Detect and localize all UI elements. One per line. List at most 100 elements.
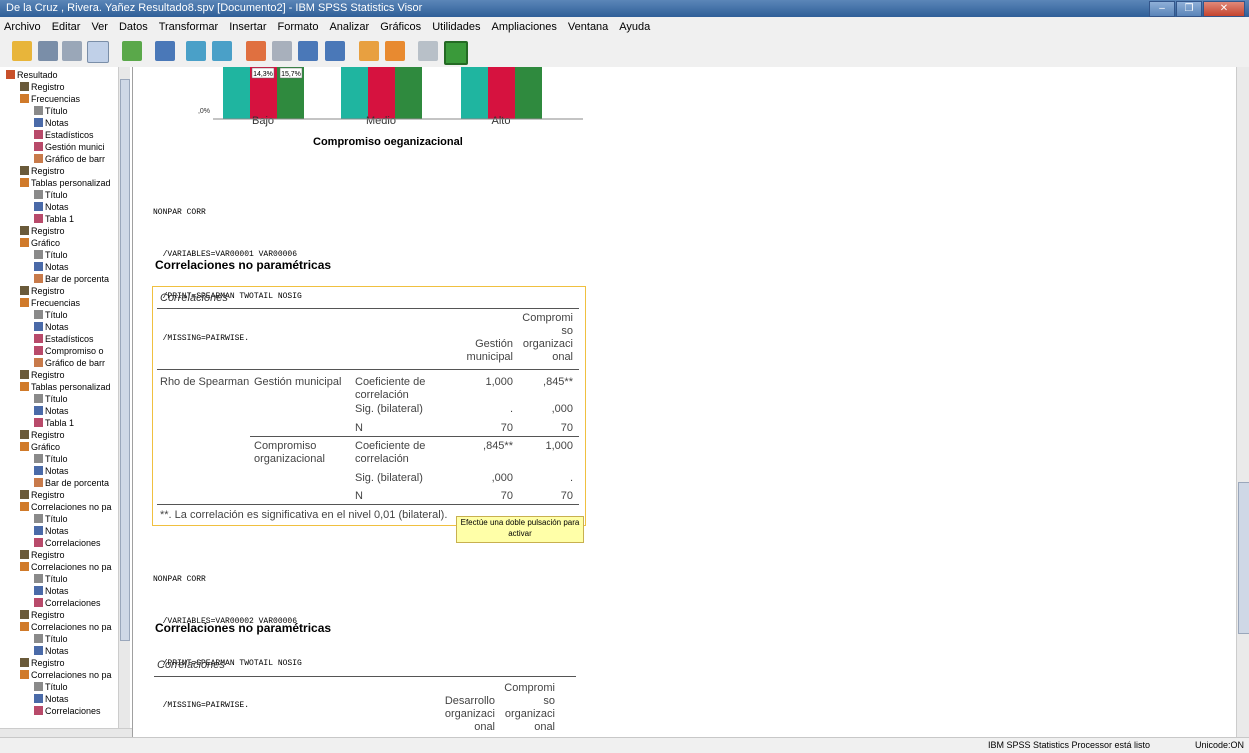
tree-item[interactable]: Notas <box>34 526 69 537</box>
goto-data-icon[interactable] <box>246 41 266 61</box>
content-pane: Bajo Medio Alto ,0% 14,3% 15,7% Compromiso oe… <box>133 67 1236 737</box>
tree-item[interactable]: Frecuencias <box>20 298 80 309</box>
tree-item[interactable]: Título <box>34 634 68 645</box>
menu-ver[interactable]: Ver <box>87 21 115 33</box>
tree-item[interactable]: Título <box>34 454 68 465</box>
tree-item[interactable]: Bar de porcenta <box>34 478 109 489</box>
tree-item[interactable]: Título <box>34 514 68 525</box>
procedure-icon <box>20 442 29 451</box>
tree-item[interactable]: Tablas personalizad <box>20 178 111 189</box>
tree-item-label: Registro <box>31 226 65 236</box>
tree-item[interactable]: Correlaciones <box>34 706 101 717</box>
tree-item[interactable]: Tabla 1 <box>34 418 74 429</box>
menu-ventana[interactable]: Ventana <box>564 21 615 33</box>
tree-item[interactable]: Gráfico <box>20 442 60 453</box>
tree-item[interactable]: Correlaciones <box>34 538 101 549</box>
menu-analizar[interactable]: Analizar <box>325 21 376 33</box>
designated-window-icon[interactable] <box>385 41 405 61</box>
tree-item[interactable]: Título <box>34 106 68 117</box>
content-vertical-scrollbar[interactable] <box>1236 67 1249 737</box>
menu-editar[interactable]: Editar <box>48 21 88 33</box>
tree-item[interactable]: Gráfico de barr <box>34 154 105 165</box>
print-icon[interactable] <box>62 41 82 61</box>
undo-icon[interactable] <box>186 41 206 61</box>
unicode-status: Unicode:ON <box>1195 740 1245 750</box>
tree-item[interactable]: Bar de porcenta <box>34 274 109 285</box>
tree-item[interactable]: Registro <box>20 550 65 561</box>
menu-datos[interactable]: Datos <box>115 21 155 33</box>
minimize-button[interactable]: – <box>1149 1 1175 17</box>
tree-item[interactable]: Correlaciones no pa <box>20 562 112 573</box>
tree-item[interactable]: Frecuencias <box>20 94 80 105</box>
tree-item[interactable]: Notas <box>34 262 69 273</box>
menu-utilidades[interactable]: Utilidades <box>428 21 487 33</box>
menu-graficos[interactable]: Gráficos <box>376 21 428 33</box>
tree-item[interactable]: Título <box>34 394 68 405</box>
variables-icon[interactable] <box>325 41 345 61</box>
tree-item[interactable]: Tablas personalizad <box>20 382 111 393</box>
tree-item[interactable]: Notas <box>34 586 69 597</box>
tree-item[interactable]: Notas <box>34 466 69 477</box>
tree-item[interactable]: Notas <box>34 694 69 705</box>
outline-vertical-scrollbar[interactable] <box>118 67 130 729</box>
maximize-button[interactable]: ❐ <box>1176 1 1202 17</box>
tree-item[interactable]: Registro <box>20 430 65 441</box>
tree-item[interactable]: Correlaciones no pa <box>20 502 112 513</box>
tree-item[interactable]: Gráfico <box>20 238 60 249</box>
row-label-n: N <box>355 490 363 502</box>
col-header-compromiso: Compromi so organizaci onal <box>522 312 573 363</box>
notes-icon <box>34 118 43 127</box>
content-scroll-thumb[interactable] <box>1238 482 1249 634</box>
tree-item[interactable]: Estadísticos <box>34 130 94 141</box>
outline-scroll-thumb[interactable] <box>120 79 130 641</box>
tree-item[interactable]: Registro <box>20 370 65 381</box>
tree-item[interactable]: Registro <box>20 490 65 501</box>
tree-item[interactable]: Registro <box>20 286 65 297</box>
tree-item[interactable]: Notas <box>34 646 69 657</box>
promote-icon[interactable] <box>444 41 468 65</box>
tree-item[interactable]: Compromiso o <box>34 346 104 357</box>
redo-icon[interactable] <box>212 41 232 61</box>
tree-item[interactable]: Título <box>34 310 68 321</box>
tree-item[interactable]: Título <box>34 574 68 585</box>
tree-item[interactable]: Título <box>34 190 68 201</box>
goto-variable-icon[interactable] <box>298 41 318 61</box>
menu-formato[interactable]: Formato <box>274 21 326 33</box>
tree-item[interactable]: Correlaciones no pa <box>20 622 112 633</box>
tree-item[interactable]: Título <box>34 250 68 261</box>
tree-item[interactable]: Gráfico de barr <box>34 358 105 369</box>
tree-item[interactable]: Notas <box>34 118 69 129</box>
tree-item[interactable]: Título <box>34 682 68 693</box>
tree-item[interactable]: Registro <box>20 226 65 237</box>
tree-item[interactable]: Registro <box>20 166 65 177</box>
save-icon[interactable] <box>38 41 58 61</box>
preview-icon[interactable] <box>87 41 109 63</box>
tree-item[interactable]: Registro <box>20 658 65 669</box>
tree-item[interactable]: Registro <box>20 82 65 93</box>
tree-item[interactable]: Notas <box>34 406 69 417</box>
goto-case-icon[interactable] <box>272 41 292 61</box>
tree-item[interactable]: Resultado <box>6 70 58 81</box>
show-all-icon[interactable] <box>359 41 379 61</box>
tree-item-label: Gestión munici <box>45 142 105 152</box>
open-icon[interactable] <box>12 41 32 61</box>
tree-item[interactable]: Notas <box>34 322 69 333</box>
tree-item[interactable]: Estadísticos <box>34 334 94 345</box>
tree-item[interactable]: Notas <box>34 202 69 213</box>
menu-transformar[interactable]: Transformar <box>155 21 226 33</box>
menu-archivo[interactable]: Archivo <box>0 21 48 33</box>
close-button[interactable]: ✕ <box>1203 1 1245 17</box>
menu-ampliaciones[interactable]: Ampliaciones <box>488 21 564 33</box>
tree-item[interactable]: Correlaciones <box>34 598 101 609</box>
tree-item[interactable]: Correlaciones no pa <box>20 670 112 681</box>
hide-icon[interactable] <box>418 41 438 61</box>
title-icon <box>34 634 43 643</box>
menu-insertar[interactable]: Insertar <box>225 21 273 33</box>
tree-item[interactable]: Gestión munici <box>34 142 105 153</box>
export-icon[interactable] <box>122 41 142 61</box>
col-header-gestion: Gestión municipal <box>466 338 513 363</box>
tree-item[interactable]: Tabla 1 <box>34 214 74 225</box>
recall-dialog-icon[interactable] <box>155 41 175 61</box>
menu-ayuda[interactable]: Ayuda <box>615 21 657 33</box>
tree-item[interactable]: Registro <box>20 610 65 621</box>
